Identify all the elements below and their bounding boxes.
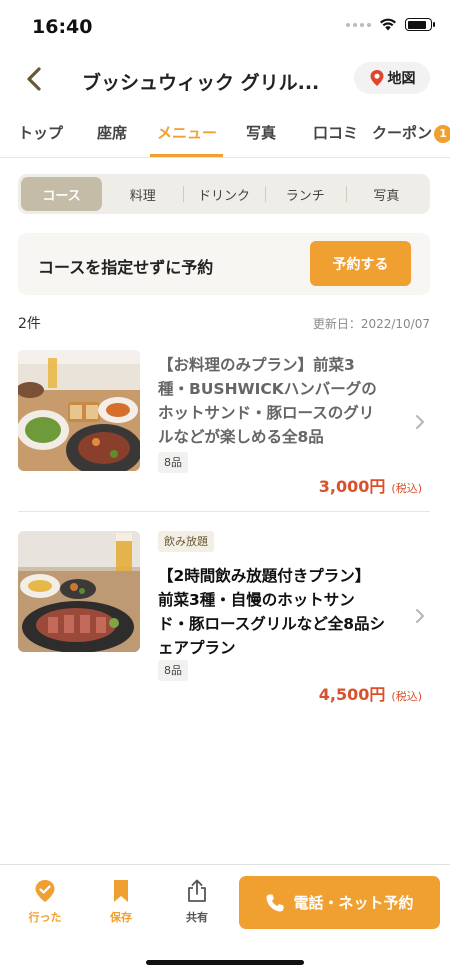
share-label: 共有	[186, 911, 208, 924]
map-pin-icon	[370, 70, 383, 86]
reserve-without-course-banner: コースを指定せずに予約 予約する	[18, 233, 430, 295]
map-button-label: 地図	[387, 71, 416, 87]
course-title-line: ホットサンド・豚ロースのグリ	[158, 404, 375, 422]
tab-coupons[interactable]: クーポン 1	[372, 122, 450, 143]
course-title-line: ド・豚ロースグリルなど全8品シ	[158, 615, 386, 633]
signal-dots-icon	[346, 22, 371, 27]
tax-label: (税込)	[391, 690, 422, 703]
tab-bar: トップ 座席 メニュー 写真 口コミ クーポン 1	[0, 106, 450, 158]
status-time: 16:40	[32, 16, 93, 38]
course-price: 3,000円 (税込)	[319, 473, 422, 497]
battery-icon	[405, 18, 435, 31]
header: ブッシュウィック グリル... 地図	[0, 54, 450, 106]
course-count: 2件	[18, 316, 41, 332]
tab-coupons-label: クーポン	[372, 124, 433, 142]
coupon-count-badge: 1	[434, 125, 450, 143]
segment-drink[interactable]: ドリンク	[183, 177, 264, 211]
segment-lunch[interactable]: ランチ	[264, 177, 346, 211]
tax-label: (税込)	[391, 482, 422, 495]
bottom-action-bar: 行った 保存 共有 電話・ネット予約	[0, 864, 450, 974]
course-title-line: 【お料理のみプラン】前菜3	[158, 356, 355, 374]
map-button[interactable]: 地図	[354, 62, 430, 94]
chevron-right-icon	[416, 415, 424, 429]
segment-photos[interactable]: 写真	[345, 177, 427, 211]
course-title-line: 【2時間飲み放題付きプラン】	[158, 567, 371, 585]
food-photo-image	[18, 531, 140, 652]
tab-photos[interactable]: 写真	[246, 122, 276, 143]
active-tab-indicator	[150, 154, 223, 157]
course-title-line: ェアプラン	[158, 639, 236, 657]
course-title: 【2時間飲み放題付きプラン】 前菜3種・自慢のホットサン ド・豚ロースグリルなど…	[158, 564, 408, 660]
went-button[interactable]: 行った	[15, 879, 75, 925]
dish-count-tag: 8品	[158, 452, 188, 473]
course-item[interactable]: 飲み放題 【2時間飲み放題付きプラン】 前菜3種・自慢のホットサン ド・豚ロース…	[0, 530, 450, 704]
course-item[interactable]: 【お料理のみプラン】前菜3 種・BUSHWICKハンバーグの ホットサンド・豚ロ…	[0, 349, 450, 510]
tab-seats[interactable]: 座席	[97, 122, 127, 143]
course-title: 【お料理のみプラン】前菜3 種・BUSHWICKハンバーグの ホットサンド・豚ロ…	[158, 353, 408, 449]
page-title: ブッシュウィック グリル...	[82, 72, 320, 94]
went-label: 行った	[28, 911, 62, 924]
call-reserve-label: 電話・ネット予約	[293, 894, 414, 912]
call-reserve-button[interactable]: 電話・ネット予約	[239, 876, 440, 929]
home-indicator	[146, 960, 304, 965]
course-price: 4,500円 (税込)	[319, 681, 422, 705]
course-photo	[18, 350, 140, 471]
dish-count-tag: 8品	[158, 660, 188, 681]
wifi-icon	[380, 18, 396, 31]
status-bar: 16:40	[0, 0, 450, 54]
status-icons	[346, 18, 435, 31]
check-badge-icon	[35, 880, 55, 902]
segment-food[interactable]: 料理	[102, 177, 183, 211]
course-photo	[18, 531, 140, 652]
all-you-can-drink-label: 飲み放題	[158, 531, 214, 552]
course-price-value: 4,500円	[318, 685, 386, 704]
share-button[interactable]: 共有	[167, 879, 227, 925]
course-title-line: ルなどが楽しめる全8品	[158, 428, 324, 446]
segment-course[interactable]: コース	[21, 177, 103, 211]
phone-icon	[266, 894, 284, 911]
tab-top[interactable]: トップ	[18, 122, 63, 143]
chevron-right-icon	[416, 609, 424, 623]
share-icon	[188, 879, 206, 902]
back-button[interactable]	[22, 64, 48, 96]
reserve-button[interactable]: 予約する	[310, 241, 411, 286]
save-label: 保存	[110, 911, 132, 924]
save-button[interactable]: 保存	[91, 879, 151, 925]
food-photo-image	[18, 350, 140, 471]
tab-menu[interactable]: メニュー	[157, 122, 217, 143]
reserve-without-course-text: コースを指定せずに予約	[38, 258, 214, 277]
list-divider	[18, 511, 430, 512]
tab-reviews[interactable]: 口コミ	[313, 122, 358, 143]
course-price-value: 3,000円	[318, 477, 386, 496]
chevron-left-icon	[27, 67, 41, 91]
updated-date: 更新日：2022/10/07	[312, 317, 430, 331]
bookmark-icon	[114, 880, 128, 902]
menu-category-segment: コース 料理 ドリンク ランチ 写真	[18, 174, 430, 214]
course-title-line: 種・BUSHWICKハンバーグの	[158, 380, 377, 398]
course-title-line: 前菜3種・自慢のホットサン	[158, 591, 355, 609]
